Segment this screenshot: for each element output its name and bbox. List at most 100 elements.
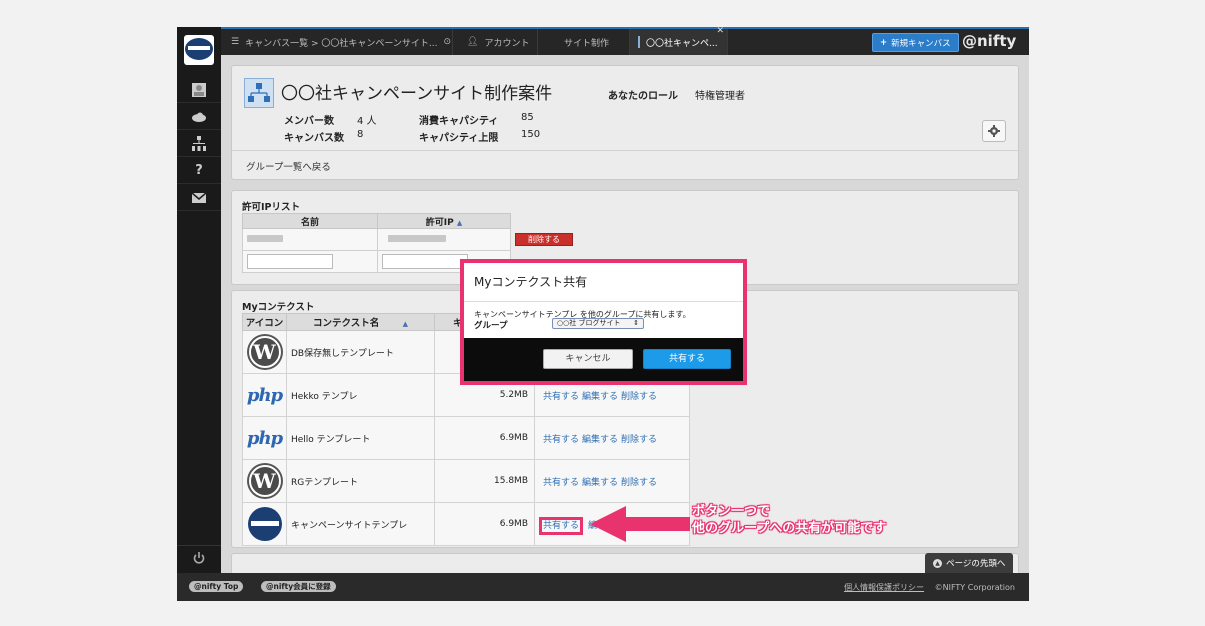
- ip-address-cell: [376, 228, 511, 251]
- share-link[interactable]: 共有する: [543, 392, 579, 402]
- context-size: 6.9MB: [434, 502, 535, 546]
- contexts-title: Myコンテクスト: [242, 302, 315, 313]
- context-size: 15.8MB: [434, 459, 535, 503]
- share-link[interactable]: 共有する: [543, 478, 579, 488]
- wordpress-icon: W: [248, 465, 281, 497]
- page-title: 〇〇社キャンペーンサイト制作案件: [281, 84, 553, 104]
- group-select[interactable]: ○○社 ブログサイト ⇕: [552, 318, 644, 329]
- canvas-logo-icon: [247, 507, 282, 541]
- ip-name-input[interactable]: [247, 254, 333, 269]
- privacy-policy-link[interactable]: 個人情報保護ポリシー: [844, 583, 924, 592]
- ip-action-cell: 削除する: [510, 228, 578, 251]
- modal-divider: [464, 301, 743, 302]
- brand-logo[interactable]: @nifty: [962, 32, 1016, 50]
- ip-name-input-cell: [242, 250, 378, 273]
- modal-title: Myコンテクスト共有: [474, 275, 588, 289]
- context-name: キャンペーンサイトテンプレ: [286, 502, 435, 546]
- breadcrumb-text: キャンバス一覧 > 〇〇社キャンペーンサイト...: [245, 38, 438, 49]
- col-icon-header[interactable]: アイコン: [242, 313, 287, 331]
- table-row: 削除する: [242, 228, 578, 251]
- col-context-name-header[interactable]: コンテクスト名 ▲: [286, 313, 435, 331]
- col-icon-label: アイコン: [245, 318, 284, 329]
- mail-icon[interactable]: [177, 185, 221, 211]
- tab-account[interactable]: 👤︎ アカウント: [453, 29, 538, 55]
- copyright: ©NIFTY Corporation: [934, 583, 1015, 592]
- history-icon[interactable]: ⊙: [443, 37, 451, 47]
- php-icon: php: [246, 427, 283, 449]
- scroll-to-top-button[interactable]: ▲ ページの先頭へ: [925, 553, 1014, 573]
- canvas-count-label: キャンバス数: [284, 133, 344, 144]
- list-icon: ☰: [231, 37, 240, 47]
- scroll-to-top-label: ページの先頭へ: [946, 559, 1006, 569]
- col-action-header: [510, 213, 578, 229]
- capacity-limit-value: 150: [521, 129, 541, 140]
- new-canvas-button[interactable]: + 新規キャンバス: [872, 33, 959, 52]
- group-icon: [638, 36, 640, 48]
- power-icon[interactable]: [177, 545, 221, 569]
- members-label: メンバー数: [284, 116, 334, 127]
- nifty-top-link[interactable]: @nifty Top: [189, 581, 244, 592]
- delete-ip-button[interactable]: 削除する: [514, 233, 573, 246]
- share-link-highlighted[interactable]: 共有する: [538, 516, 584, 535]
- php-icon: php: [246, 384, 283, 406]
- context-name: Hekko テンプレ: [286, 373, 435, 417]
- context-name: Hello テンプレート: [286, 416, 435, 460]
- delete-link[interactable]: 削除する: [621, 392, 657, 402]
- cloud-icon[interactable]: [177, 104, 221, 130]
- modal-footer: キャンセル 共有する: [464, 338, 743, 381]
- edit-link[interactable]: 編集する: [582, 478, 618, 488]
- canvas-count-value: 8: [357, 129, 364, 140]
- tab-site[interactable]: サイト制作: [538, 29, 630, 55]
- app-window: ? ☰ キャンバス一覧 > 〇〇社キャンペーンサイト... ⊙ 👤︎ アカウント…: [177, 27, 1029, 601]
- context-name: RGテンプレート: [286, 459, 435, 503]
- group-select-label: グループ: [474, 321, 508, 331]
- role-label: あなたのロール: [608, 91, 678, 102]
- members-value: 4 人: [357, 116, 377, 127]
- canvas-logo-icon[interactable]: [184, 35, 214, 65]
- role-value: 特権管理者: [695, 91, 745, 102]
- tab-group-label: 〇〇社キャンペ...: [646, 38, 718, 49]
- close-tab-icon[interactable]: ✕: [716, 27, 724, 36]
- user-icon[interactable]: [177, 77, 221, 103]
- chevron-updown-icon: ⇕: [633, 319, 639, 327]
- context-actions: 共有する 編集する 削除する: [534, 416, 690, 460]
- share-context-modal: Myコンテクスト共有 キャンペーンサイトテンプレ を他のグループに共有します。 …: [460, 259, 747, 385]
- wordpress-icon: W: [248, 336, 281, 368]
- footer: @nifty Top @nifty会員に登録 個人情報保護ポリシー ©NIFTY…: [177, 573, 1029, 601]
- table-row: W RGテンプレート 15.8MB 共有する 編集する 削除する: [242, 459, 690, 503]
- breadcrumb[interactable]: ☰ キャンバス一覧 > 〇〇社キャンペーンサイト... ⊙: [221, 29, 453, 55]
- context-size: 6.9MB: [434, 416, 535, 460]
- tab-group-active[interactable]: 〇〇社キャンペ... ✕: [630, 27, 728, 55]
- context-actions: 共有する 編集する 削除する: [534, 459, 690, 503]
- nifty-register-link[interactable]: @nifty会員に登録: [261, 581, 336, 592]
- edit-link[interactable]: 編集する: [582, 435, 618, 445]
- delete-link[interactable]: 削除する: [621, 435, 657, 445]
- edit-link-partial[interactable]: 編: [588, 521, 597, 531]
- col-ip-header[interactable]: 許可IP ▲: [376, 213, 511, 229]
- share-button[interactable]: 共有する: [643, 349, 731, 369]
- table-row: キャンペーンサイトテンプレ 6.9MB 共有する編: [242, 502, 690, 546]
- share-link[interactable]: 共有する: [543, 435, 579, 445]
- back-to-groups-link[interactable]: グループ一覧へ戻る: [232, 150, 1018, 181]
- capacity-used-label: 消費キャパシティ: [419, 116, 499, 127]
- sort-up-icon: ▲: [456, 218, 463, 227]
- context-icon-cell: [242, 502, 287, 546]
- ip-address-input[interactable]: [381, 254, 468, 269]
- settings-button[interactable]: [982, 120, 1006, 142]
- arrow-up-circle-icon: ▲: [933, 558, 942, 568]
- group-icon: [244, 78, 274, 108]
- group-select-value: ○○社 ブログサイト: [557, 319, 621, 327]
- cancel-button[interactable]: キャンセル: [543, 349, 633, 369]
- col-name-header[interactable]: 名前: [242, 213, 378, 229]
- delete-link[interactable]: 削除する: [621, 478, 657, 488]
- sort-up-icon: ▲: [402, 320, 408, 328]
- help-icon[interactable]: ?: [177, 158, 221, 184]
- new-canvas-label: 新規キャンバス: [891, 38, 951, 49]
- edit-link[interactable]: 編集する: [582, 392, 618, 402]
- col-ip-label: 許可IP: [425, 217, 454, 228]
- organization-icon[interactable]: [177, 131, 221, 157]
- ip-name-cell: [242, 228, 378, 251]
- context-icon-cell: php: [242, 416, 287, 460]
- footer-right: 個人情報保護ポリシー ©NIFTY Corporation: [844, 582, 1015, 593]
- capacity-used-value: 85: [521, 112, 534, 123]
